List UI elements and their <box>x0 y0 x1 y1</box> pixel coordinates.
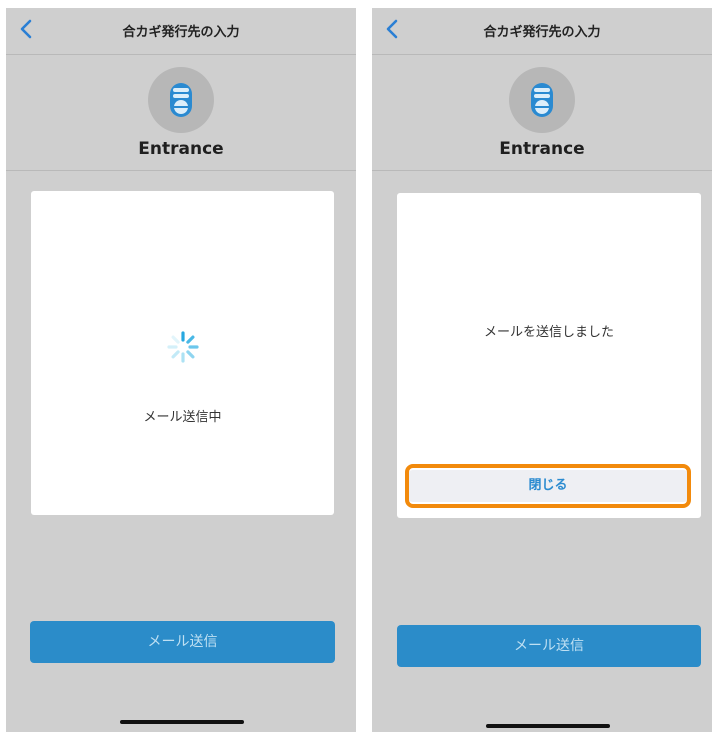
sent-status: メールを送信しました <box>483 325 614 340</box>
device-header: Entrance <box>6 55 356 171</box>
home-indicator <box>486 724 610 728</box>
close-button[interactable]: 閉じる <box>407 470 689 502</box>
smart-lock-icon <box>148 67 214 133</box>
screen-sent: 合カギ発行先の入力 Entrance メールを送信しました 閉じる メール送信 <box>372 8 712 732</box>
loading-spinner-icon <box>166 331 199 363</box>
smart-lock-icon <box>509 67 575 133</box>
device-header: Entrance <box>372 55 712 171</box>
send-mail-button[interactable]: メール送信 <box>30 621 335 663</box>
nav-bar: 合カギ発行先の入力 <box>372 8 712 55</box>
nav-bar: 合カギ発行先の入力 <box>6 8 356 55</box>
screen-sending: 合カギ発行先の入力 Entrance メール送信中 メール送信 <box>6 8 356 732</box>
back-chevron-icon[interactable] <box>380 16 406 42</box>
sending-dialog: メール送信中 <box>31 191 334 515</box>
sending-status: メール送信中 <box>143 410 222 425</box>
send-mail-button[interactable]: メール送信 <box>397 625 701 667</box>
back-chevron-icon[interactable] <box>14 16 40 42</box>
device-name: Entrance <box>138 139 224 159</box>
home-indicator <box>120 720 244 724</box>
nav-title: 合カギ発行先の入力 <box>483 25 601 40</box>
nav-title: 合カギ発行先の入力 <box>122 25 240 40</box>
sent-dialog: メールを送信しました 閉じる <box>397 193 701 518</box>
device-name: Entrance <box>499 139 585 159</box>
